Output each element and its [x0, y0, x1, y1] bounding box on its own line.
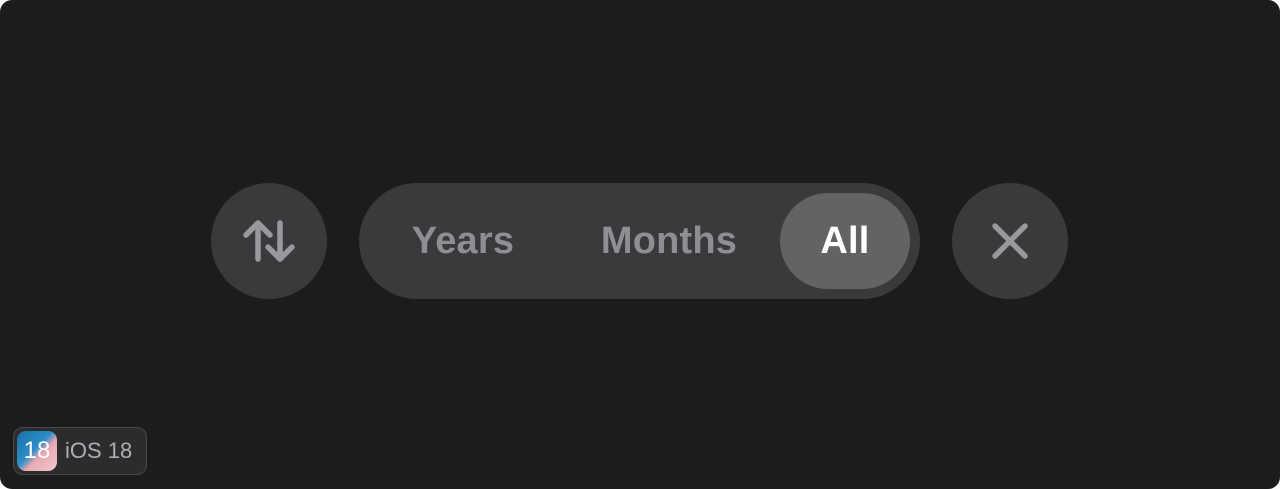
segment-all[interactable]: All: [780, 193, 910, 289]
ios-18-logo-number: 18: [23, 437, 51, 464]
ios-version-label: iOS 18: [65, 438, 133, 463]
ios-18-logo: 18: [17, 431, 57, 471]
time-range-segmented-control: Years Months All: [359, 183, 920, 299]
ios-version-badge: 18 iOS 18: [13, 427, 147, 475]
sort-button[interactable]: [211, 183, 327, 299]
close-icon: [992, 223, 1028, 259]
close-button[interactable]: [952, 183, 1068, 299]
segment-years[interactable]: Years: [385, 193, 541, 289]
sort-arrows-icon: [243, 220, 295, 262]
segment-months[interactable]: Months: [581, 193, 757, 289]
screen: Years Months All 18 iOS 18: [0, 0, 1280, 489]
